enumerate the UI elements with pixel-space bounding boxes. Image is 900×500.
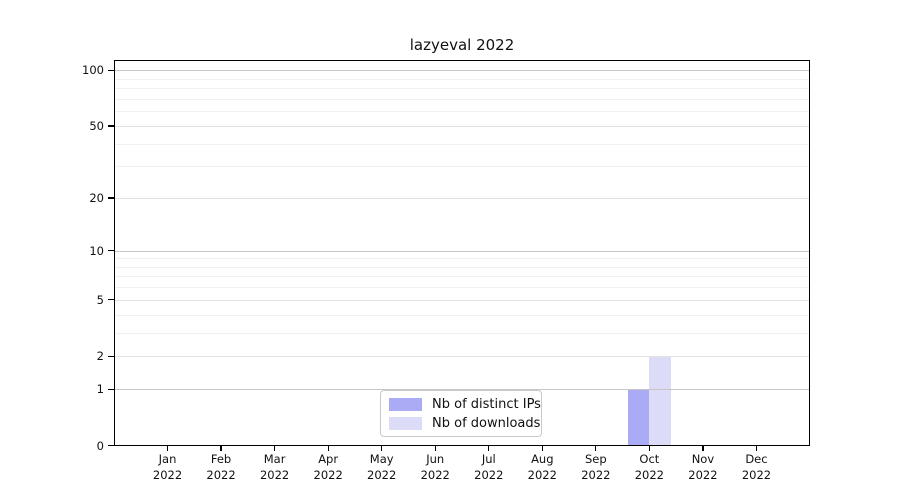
y-tick-mark [108,299,114,301]
x-tick-mark [166,445,169,451]
y-tick-mark [108,444,114,447]
y-tick-mark [108,125,114,127]
y-tick-label: 20 [89,191,104,205]
x-tick-mark [327,445,329,451]
y-tick-mark [108,69,114,71]
x-tick-mark [541,445,543,451]
legend: Nb of distinct IPs Nb of downloads [380,390,542,437]
x-tick-label: Feb 2022 [206,451,236,482]
y-tick-mark [108,388,114,390]
gridline-minor [114,143,810,145]
x-tick-mark [755,445,758,451]
x-tick-mark [488,445,490,451]
x-tick-label: Oct 2022 [634,451,665,482]
gridline [114,125,810,127]
x-tick-label: Jul 2022 [474,451,504,482]
x-tick-mark [434,445,436,451]
legend-label-downloads: Nb of downloads [432,415,541,431]
x-tick-label: Dec 2022 [741,451,772,482]
x-tick-mark [273,445,276,451]
chart-title: lazyeval 2022 [409,36,515,54]
gridline-minor [114,98,810,100]
x-tick-label: Aug 2022 [527,451,557,482]
x-tick-label: Mar 2022 [259,451,290,482]
y-tick-label: 100 [82,63,104,78]
y-tick-label: 1 [96,382,104,397]
gridline-minor [114,88,810,90]
x-tick-label: Sep 2022 [581,451,611,482]
plot-border [114,60,810,446]
bar-nb-of-downloads [649,356,671,446]
y-tick-mark [108,197,114,199]
gridline [114,356,810,358]
gridline-minor [114,78,810,80]
x-tick-label: Nov 2022 [688,451,718,482]
gridline-minor [114,266,810,268]
y-tick-label: 5 [96,292,104,307]
gridline [114,299,810,301]
x-tick-label: May 2022 [367,451,397,482]
y-tick-mark [108,249,114,252]
x-tick-label: Apr 2022 [313,451,343,482]
x-tick-mark [381,445,383,451]
y-tick-label: 0 [96,438,104,453]
gridline-minor [114,258,810,260]
gridline-minor [114,332,810,334]
y-tick-mark [108,355,114,357]
legend-swatch-downloads [389,416,422,430]
gridline [114,198,810,199]
x-tick-mark [702,445,704,451]
gridline [114,70,810,72]
y-tick-label: 10 [89,243,104,258]
x-tick-mark [220,445,222,451]
x-tick-label: Jan 2022 [152,451,183,482]
x-tick-mark [595,445,597,451]
x-tick-mark [648,445,651,451]
gridline-minor [114,314,810,316]
gridline-minor [114,287,810,289]
y-tick-label: 2 [96,349,104,364]
x-tick-label: Jun 2022 [420,451,450,482]
y-tick-label: 50 [89,118,104,133]
legend-item-distinct-ips: Nb of distinct IPs [389,397,541,412]
legend-label-distinct-ips: Nb of distinct IPs [432,396,541,412]
gridline [114,250,810,252]
gridline-minor [114,166,810,168]
bar-nb-of-distinct-ips [627,389,650,446]
legend-item-downloads: Nb of downloads [389,416,540,431]
chart-figure: lazyeval 2022 Nb of distinct IPs Nb of d… [0,0,900,500]
gridline-minor [114,276,810,278]
gridline-minor [114,111,810,113]
legend-swatch-distinct-ips [389,397,422,411]
